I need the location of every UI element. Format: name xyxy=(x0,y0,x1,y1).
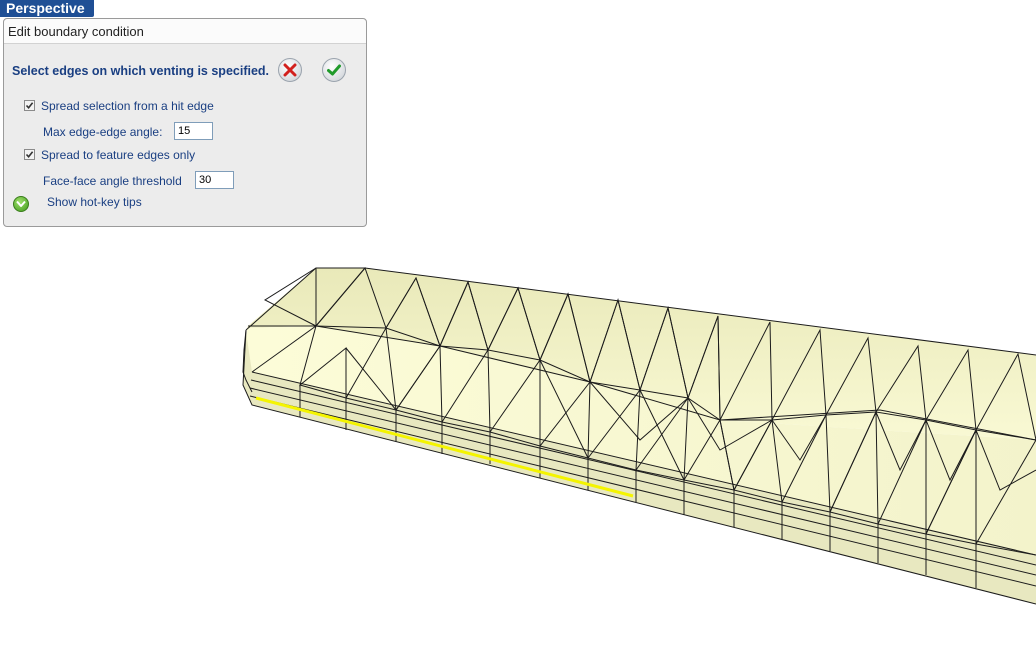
mesh-body xyxy=(243,268,1036,604)
face-angle-threshold-label: Face-face angle threshold xyxy=(43,174,182,188)
confirm-check-icon xyxy=(327,64,341,76)
max-edge-angle-label: Max edge-edge angle: xyxy=(43,125,163,139)
checkmark-icon xyxy=(25,102,34,110)
checkmark-icon xyxy=(25,151,34,159)
cancel-button[interactable] xyxy=(278,58,302,82)
panel-title: Edit boundary condition xyxy=(4,19,366,44)
chevron-down-icon[interactable] xyxy=(13,196,29,212)
spread-feature-edges-checkbox[interactable] xyxy=(24,149,35,160)
spread-hit-edge-label: Spread selection from a hit edge xyxy=(41,99,214,113)
hotkey-tips-link[interactable]: Show hot-key tips xyxy=(47,195,142,209)
face-angle-threshold-input[interactable]: 30 xyxy=(195,171,234,189)
spread-hit-edge-checkbox[interactable] xyxy=(24,100,35,111)
spread-feature-edges-label: Spread to feature edges only xyxy=(41,148,196,162)
instruction-text: Select edges on which venting is specifi… xyxy=(12,64,270,78)
edit-boundary-panel: Edit boundary condition Select edges on … xyxy=(3,18,367,227)
ok-button[interactable] xyxy=(322,58,346,82)
view-mode-label: Perspective xyxy=(0,0,94,17)
max-edge-angle-input[interactable]: 15 xyxy=(174,122,213,140)
cancel-x-icon xyxy=(283,63,297,77)
